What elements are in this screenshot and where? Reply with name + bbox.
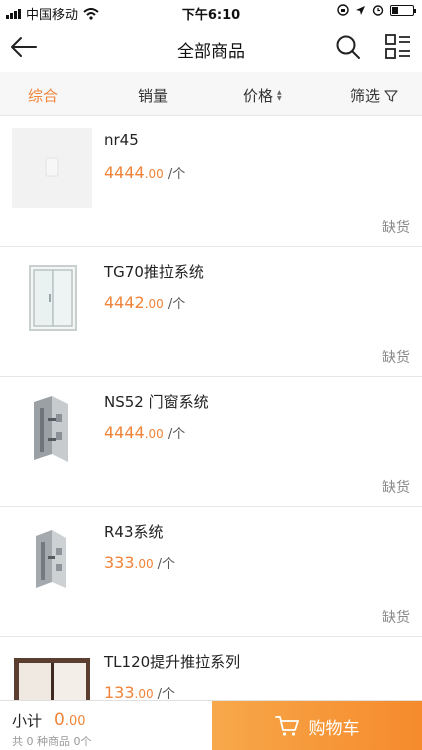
product-item[interactable]: NS52 门窗系统 4444.00/个 缺货 — [0, 377, 422, 507]
filter-label: 筛选 — [350, 87, 381, 105]
aluminum-profile-image-icon — [36, 530, 66, 588]
status-right — [337, 4, 416, 16]
rotation-lock-icon — [337, 4, 349, 16]
product-name: TL120提升推拉系列 — [104, 653, 241, 671]
subtotal-decimal: .00 — [64, 714, 86, 729]
search-icon[interactable] — [334, 33, 362, 61]
stock-status: 缺货 — [382, 610, 410, 626]
price-unit: /个 — [167, 427, 186, 442]
product-item[interactable]: R43系统 333.00/个 缺货 — [0, 507, 422, 637]
battery-icon — [390, 4, 416, 16]
product-item[interactable]: TG70推拉系统 4442.00/个 缺货 — [0, 247, 422, 377]
sort-comprehensive-tab[interactable]: 综合 — [28, 85, 58, 106]
sort-arrows-icon: ▲ ▼ — [277, 88, 282, 102]
price-unit: /个 — [167, 167, 186, 182]
aluminum-profile-image-icon — [34, 396, 68, 462]
stock-status: 缺货 — [382, 350, 410, 366]
sort-bar: 综合 销量 价格 ▲ ▼ 筛选 — [0, 72, 422, 116]
cart-icon — [274, 716, 299, 736]
price-decimal: .00 — [144, 427, 164, 441]
list-view-icon[interactable] — [384, 33, 412, 61]
price-unit: /个 — [157, 557, 176, 572]
product-price: 4442.00/个 — [104, 293, 185, 312]
price-decimal: .00 — [134, 557, 154, 571]
price-unit: /个 — [167, 297, 186, 312]
product-list: nr45 4444.00/个 缺货 TG70推拉系统 4442.00/个 缺货 — [0, 117, 422, 750]
subtotal-amount: 0.00 — [54, 710, 86, 730]
sort-sales-label: 销量 — [138, 87, 169, 105]
cart-summary: 共 0 种商品 0个 — [12, 735, 92, 748]
price-decimal: .00 — [144, 167, 164, 181]
product-price: 4444.00/个 — [104, 163, 185, 182]
nav-bar: 全部商品 — [0, 24, 422, 70]
price-decimal: .00 — [144, 297, 164, 311]
product-name: TG70推拉系统 — [104, 263, 204, 281]
placeholder-image-icon — [45, 157, 59, 177]
price-integer: 4444 — [104, 423, 145, 442]
price-integer: 4444 — [104, 163, 145, 182]
location-icon — [356, 5, 365, 15]
status-bar: 中国移动 下午6:10 — [0, 0, 422, 24]
price-decimal: .00 — [134, 687, 154, 701]
price-integer: 333 — [104, 553, 135, 572]
product-image — [12, 388, 92, 468]
sort-sales-tab[interactable]: 销量 — [138, 85, 168, 106]
product-name: R43系统 — [104, 523, 164, 541]
sort-price-label: 价格 — [243, 87, 274, 105]
sort-price-tab[interactable]: 价格 ▲ ▼ — [243, 85, 282, 106]
product-item[interactable]: nr45 4444.00/个 缺货 — [0, 117, 422, 247]
filter-icon — [384, 89, 398, 102]
product-image — [12, 258, 92, 338]
subtotal-integer: 0 — [54, 710, 65, 730]
filter-tab[interactable]: 筛选 — [350, 85, 398, 106]
product-name: nr45 — [104, 131, 139, 149]
battery-fill — [392, 6, 398, 14]
price-integer: 4442 — [104, 293, 145, 312]
stock-status: 缺货 — [382, 220, 410, 236]
product-image — [12, 128, 92, 208]
subtotal-label: 小计 — [12, 712, 43, 730]
product-name: NS52 门窗系统 — [104, 393, 209, 411]
window-frame-image-icon — [29, 265, 77, 331]
cart-button[interactable]: 购物车 — [212, 701, 422, 750]
stock-status: 缺货 — [382, 480, 410, 496]
product-price: 4444.00/个 — [104, 423, 185, 442]
alarm-icon — [372, 5, 384, 16]
bottom-bar: 小计 0.00 共 0 种商品 0个 购物车 — [0, 700, 422, 750]
cart-label: 购物车 — [308, 718, 360, 739]
sort-comprehensive-label: 综合 — [28, 87, 59, 105]
product-price: 333.00/个 — [104, 553, 175, 572]
product-image — [12, 518, 92, 598]
